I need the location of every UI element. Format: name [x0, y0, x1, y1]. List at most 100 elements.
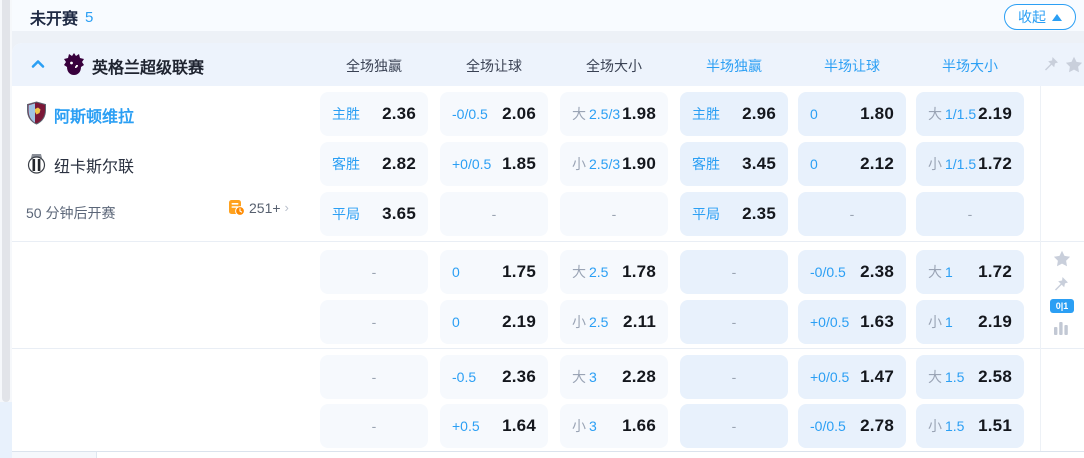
odds-cell[interactable]: -0/0.52.06 [440, 92, 548, 136]
odds-value: 1.47 [860, 367, 894, 387]
odds-cell[interactable]: 01.75 [440, 250, 548, 294]
odds-cell[interactable]: 平局3.65 [320, 192, 428, 236]
odds-value: 2.36 [502, 367, 536, 387]
column-header-full-totals: 全场大小 [560, 56, 668, 76]
selection-label: 0 [452, 264, 460, 280]
column-header-half-handicap: 半场让球 [798, 56, 906, 76]
odds-cell[interactable]: 小2.52.11 [560, 300, 668, 344]
league-section: 英格兰超级联赛 全场独赢 全场让球 全场大小 半场独赢 半场让球 半场大小 阿斯… [12, 43, 1084, 458]
odds-cell-empty: - [320, 404, 428, 448]
odds-cell-empty: - [320, 250, 428, 294]
selection-label: +0/0.5 [810, 369, 849, 385]
topbar: 未开赛 5 收起 [12, 0, 1084, 31]
selection-label: 主胜 [692, 104, 720, 124]
scrollbar-thumb[interactable] [2, 0, 10, 402]
odds-cell[interactable]: 大11.72 [916, 250, 1024, 294]
pin-icon[interactable] [1042, 55, 1060, 73]
pin-match-icon[interactable] [1052, 275, 1070, 293]
odds-cell[interactable]: 小1/1.51.72 [916, 142, 1024, 186]
odds-value: 1.80 [860, 104, 894, 124]
odds-value: 2.28 [622, 367, 656, 387]
odds-value: 2.12 [860, 154, 894, 174]
group-divider [12, 241, 1084, 242]
odds-cell[interactable]: 01.80 [798, 92, 906, 136]
odds-value: 1.51 [978, 416, 1012, 436]
odds-cell[interactable]: +0/0.5 1.47 [798, 355, 906, 399]
dash-placeholder: - [968, 206, 973, 222]
odds-cell[interactable]: -0.52.36 [440, 355, 548, 399]
section-bottom-border [12, 451, 1084, 452]
odds-value: 2.19 [978, 104, 1012, 124]
odds-cell[interactable]: 大2.51.78 [560, 250, 668, 294]
selection-label: 平局 [692, 204, 720, 224]
rail-divider [1040, 86, 1041, 451]
line-prefix: 大 [572, 104, 586, 124]
odds-cell[interactable]: 客胜2.82 [320, 142, 428, 186]
odds-cell[interactable]: 小12.19 [916, 300, 1024, 344]
odds-value: 1.75 [502, 262, 536, 282]
tab-not-started[interactable]: 未开赛 5 [30, 5, 93, 29]
selection-label: 1.5 [945, 418, 964, 434]
odds-cell[interactable]: 大1.52.58 [916, 355, 1024, 399]
dash-placeholder: - [612, 206, 617, 222]
triangle-up-icon [1052, 14, 1062, 21]
odds-cell[interactable]: 02.12 [798, 142, 906, 186]
selection-label: 1 [945, 264, 953, 280]
league-name: 英格兰超级联赛 [92, 54, 204, 78]
selection-label: 0 [810, 156, 818, 172]
odds-value: 1.72 [978, 154, 1012, 174]
odds-value: 1.66 [622, 416, 656, 436]
selection-label: 2.5 [589, 314, 608, 330]
group-divider [12, 348, 1084, 349]
odds-value: 2.35 [742, 204, 776, 224]
odds-value: 1.90 [622, 154, 656, 174]
odds-value: 1.64 [502, 416, 536, 436]
chevron-up-icon[interactable] [30, 56, 46, 72]
selection-label: 2.5/3 [589, 156, 620, 172]
odds-value: 2.36 [382, 104, 416, 124]
odds-cell[interactable]: 大32.28 [560, 355, 668, 399]
star-icon[interactable] [1064, 55, 1084, 75]
selection-label: 1/1.5 [945, 106, 976, 122]
line-prefix: 大 [928, 367, 942, 387]
odds-cell[interactable]: +0/0.51.85 [440, 142, 548, 186]
selection-label: 客胜 [692, 154, 720, 174]
odds-value: 1.85 [502, 154, 536, 174]
odds-cell[interactable]: 小31.66 [560, 404, 668, 448]
stats-chart-icon[interactable] [1052, 319, 1070, 337]
dash-placeholder: - [492, 206, 497, 222]
odds-cell[interactable]: 小1.51.51 [916, 404, 1024, 448]
odds-cell[interactable]: 主胜2.96 [680, 92, 788, 136]
odds-cell[interactable]: 平局 2.35 [680, 192, 788, 236]
odds-cell[interactable]: 小2.5/31.90 [560, 142, 668, 186]
selection-label: 1 [945, 314, 953, 330]
odds-cell[interactable]: 主胜2.36 [320, 92, 428, 136]
odds-value: 1.63 [860, 312, 894, 332]
favorite-star-icon[interactable] [1052, 249, 1072, 269]
line-prefix: 大 [928, 262, 942, 282]
selection-label: 平局 [332, 204, 360, 224]
odds-cell[interactable]: +0.51.64 [440, 404, 548, 448]
odds-value: 2.78 [860, 416, 894, 436]
odds-cell[interactable]: -0/0.52.78 [798, 404, 906, 448]
collapse-button[interactable]: 收起 [1004, 4, 1076, 30]
odds-cell-empty: - [560, 192, 668, 236]
odds-value: 2.19 [978, 312, 1012, 332]
dash-placeholder: - [732, 418, 737, 434]
odds-cell[interactable]: -0/0.52.38 [798, 250, 906, 294]
odds-cell[interactable]: 大2.5/31.98 [560, 92, 668, 136]
odds-row: -02.19小2.52.11-+0/0.51.63小12.19 [12, 300, 1084, 344]
odds-cell[interactable]: 客胜3.45 [680, 142, 788, 186]
odds-cell[interactable]: 02.19 [440, 300, 548, 344]
odds-cell[interactable]: +0/0.51.63 [798, 300, 906, 344]
line-prefix: 小 [572, 312, 586, 332]
odds-format-badge[interactable]: 0|1 [1050, 299, 1074, 313]
scrollbar-track [0, 402, 12, 458]
odds-cell[interactable]: 大1/1.52.19 [916, 92, 1024, 136]
next-section-sliver [12, 452, 97, 458]
selection-label: 1.5 [945, 369, 964, 385]
odds-board-page: 未开赛 5 收起 英格兰超级联赛 全场独赢 全场让球 全场大小 半场独赢 半场让… [0, 0, 1084, 458]
dash-placeholder: - [372, 418, 377, 434]
left-scrollbar [0, 0, 12, 458]
column-header-half-totals: 半场大小 [916, 56, 1024, 76]
